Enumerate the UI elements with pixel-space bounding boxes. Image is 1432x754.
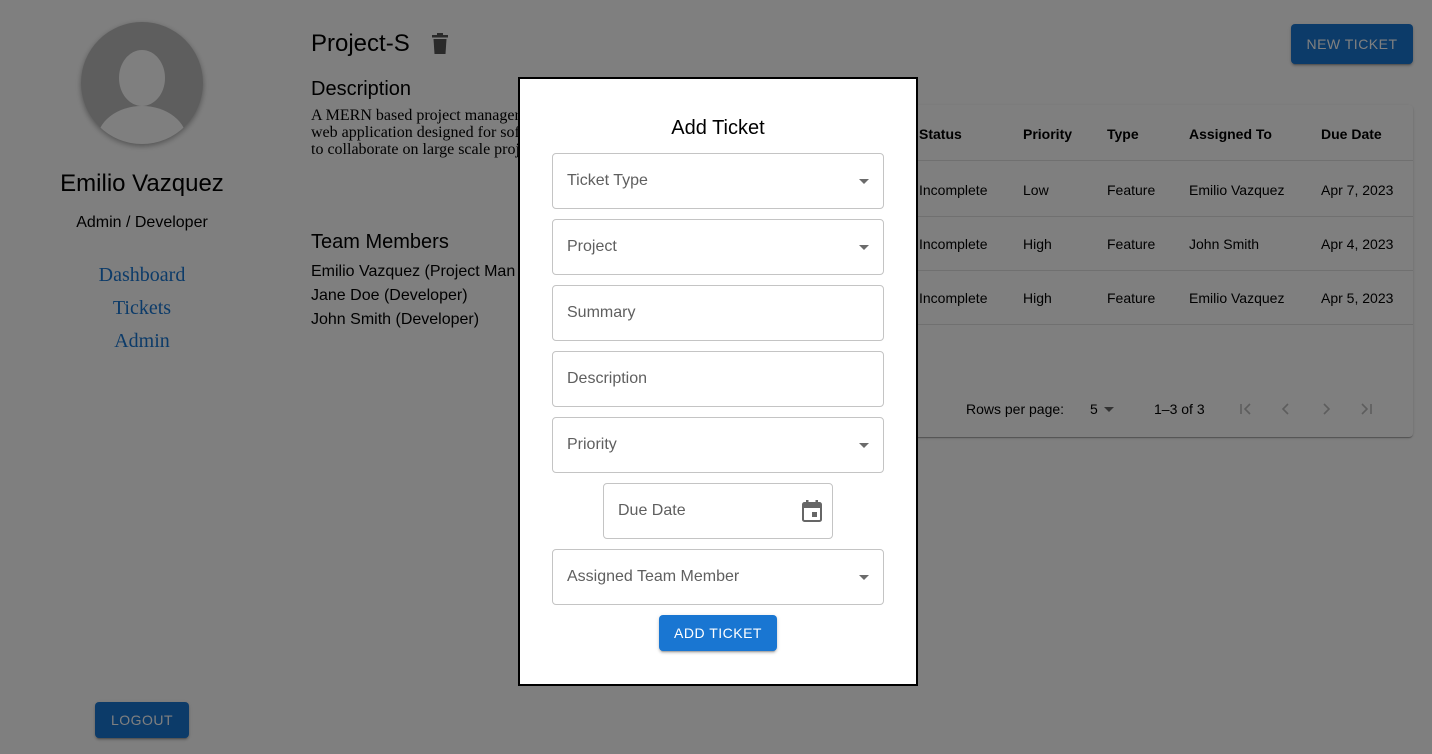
add-ticket-button[interactable]: ADD TICKET	[659, 615, 777, 651]
ticket-type-select[interactable]: Ticket Type	[552, 153, 884, 209]
ticket-type-label: Ticket Type	[567, 172, 648, 189]
calendar-icon[interactable]	[802, 500, 822, 522]
assigned-team-member-select[interactable]: Assigned Team Member	[552, 549, 884, 605]
due-date-picker[interactable]: Due Date	[603, 483, 833, 539]
dropdown-arrow-icon	[859, 179, 869, 184]
project-select[interactable]: Project	[552, 219, 884, 275]
dropdown-arrow-icon	[859, 245, 869, 250]
summary-input[interactable]: Summary	[552, 285, 884, 341]
add-ticket-modal: Add Ticket Ticket Type Project Summary D…	[518, 77, 918, 686]
description-input[interactable]: Description	[552, 351, 884, 407]
description-label: Description	[567, 370, 648, 387]
modal-title: Add Ticket	[671, 117, 765, 139]
priority-label: Priority	[567, 436, 617, 453]
assigned-team-member-label: Assigned Team Member	[567, 568, 740, 585]
project-label: Project	[567, 238, 617, 255]
dropdown-arrow-icon	[859, 575, 869, 580]
dropdown-arrow-icon	[859, 443, 869, 448]
priority-select[interactable]: Priority	[552, 417, 884, 473]
due-date-label: Due Date	[618, 502, 686, 519]
summary-label: Summary	[567, 304, 636, 321]
